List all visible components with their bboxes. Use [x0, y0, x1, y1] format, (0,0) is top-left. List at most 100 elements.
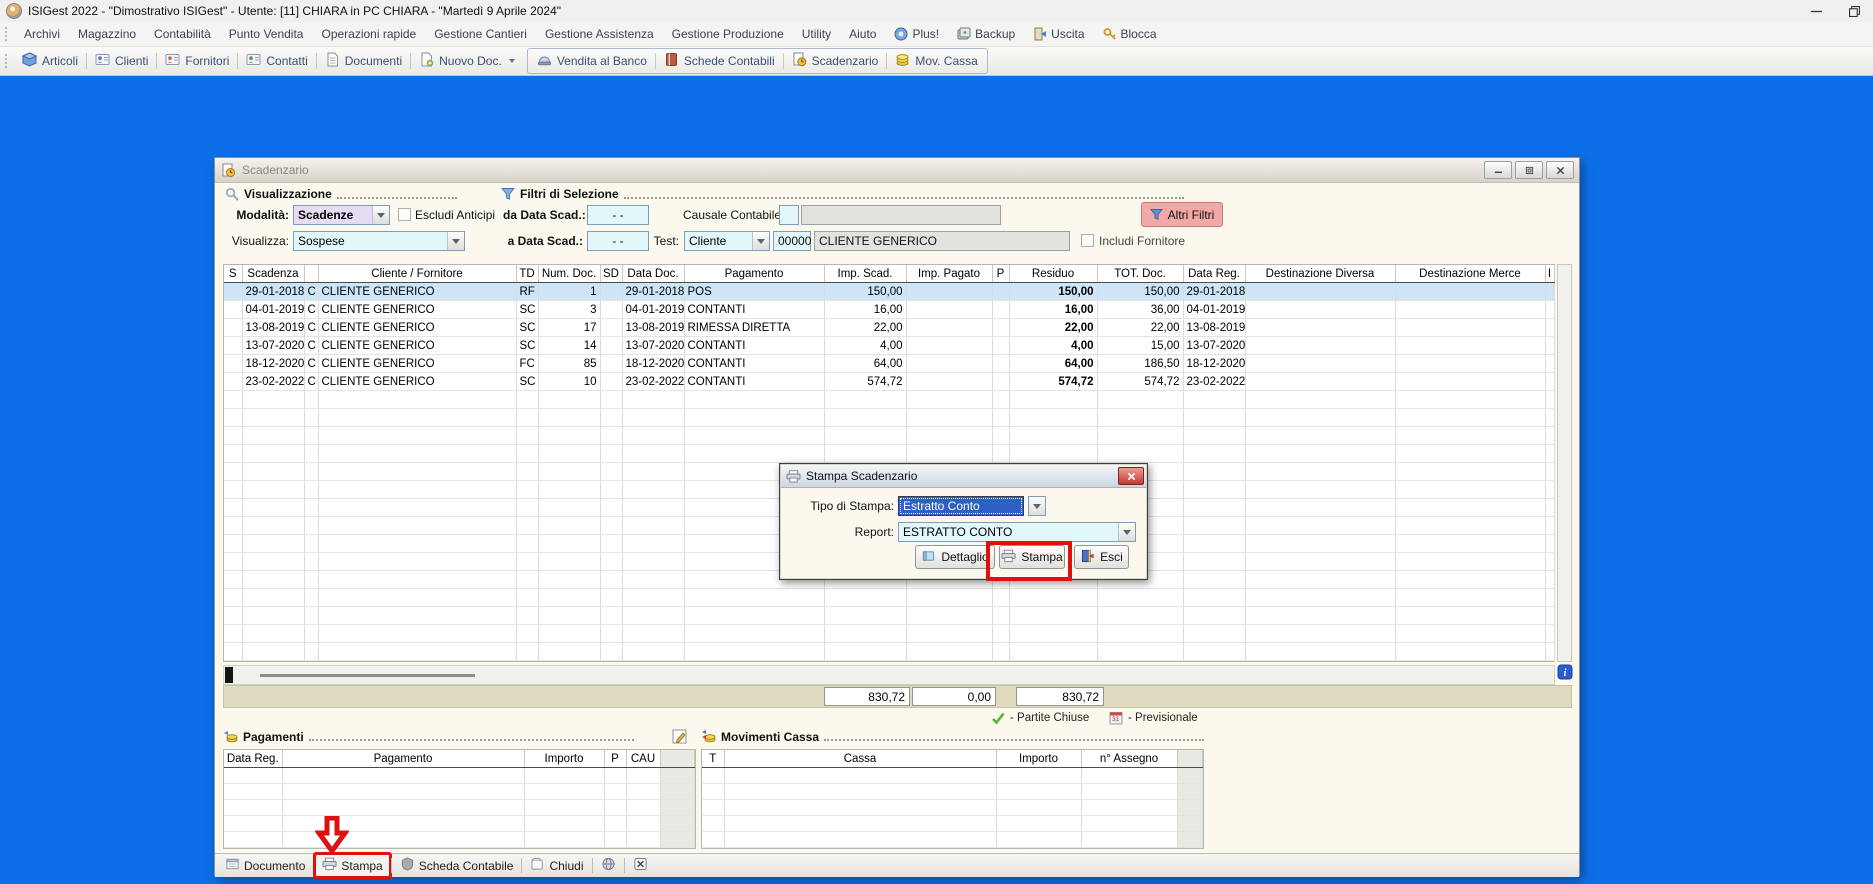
tipo-stampa-select[interactable]: Estratto Conto [898, 496, 1024, 516]
column-header[interactable]: SD [600, 265, 622, 283]
column-header[interactable]: Destinazione Diversa [1245, 265, 1395, 283]
toolbar-nuovo-doc[interactable]: Nuovo Doc. [412, 49, 522, 73]
menu-backup[interactable]: Backup [948, 24, 1024, 44]
window-close-button[interactable] [1546, 161, 1574, 179]
causale-code-input[interactable] [779, 205, 799, 225]
column-header[interactable]: Cassa [724, 750, 996, 768]
column-header[interactable] [660, 750, 694, 768]
menu-contabilit[interactable]: Contabilità [145, 24, 220, 44]
info-icon[interactable]: i [1557, 664, 1573, 680]
column-header[interactable]: Destinazione Merce [1395, 265, 1545, 283]
menubar-grip[interactable] [4, 26, 9, 42]
table-row[interactable]: 23-02-2022CCLIENTE GENERICOSC1023-02-202… [224, 373, 1554, 391]
column-header[interactable]: Imp. Pagato [906, 265, 992, 283]
toolbar-fornitori[interactable]: Fornitori [158, 49, 236, 73]
toolbar-clienti[interactable]: Clienti [88, 49, 155, 73]
column-header[interactable]: Imp. Scad. [824, 265, 906, 283]
menu-magazzino[interactable]: Magazzino [69, 24, 145, 44]
test-type-select[interactable]: Cliente [684, 231, 770, 251]
altri-filtri-button[interactable]: Altri Filtri [1141, 202, 1223, 227]
column-header[interactable]: Pagamento [282, 750, 524, 768]
toolbar-grip[interactable] [4, 53, 9, 69]
toolbar-vendita-al-banco[interactable]: Vendita al Banco [530, 49, 654, 73]
window-minimize-button[interactable] [1484, 161, 1512, 179]
menu-operazioni-rapide[interactable]: Operazioni rapide [312, 24, 425, 44]
menu-blocca[interactable]: Blocca [1094, 24, 1166, 44]
edit-payment-icon[interactable] [671, 728, 689, 746]
column-header[interactable]: Data Reg. [1183, 265, 1245, 283]
chevron-down-icon[interactable] [752, 232, 769, 250]
dialog-esci-button[interactable]: Esci [1074, 545, 1129, 569]
column-header[interactable]: Pagamento [684, 265, 824, 283]
window-restore-button[interactable] [1515, 161, 1543, 179]
column-header[interactable]: S [224, 265, 242, 283]
column-header[interactable]: Data Reg. [224, 750, 282, 768]
toolbar-scadenzario[interactable]: Scadenzario [785, 49, 886, 73]
column-header[interactable]: P [604, 750, 626, 768]
modalita-select[interactable]: Scadenze [293, 205, 390, 225]
chevron-down-icon[interactable] [447, 232, 464, 250]
menu-uscita[interactable]: Uscita [1024, 24, 1093, 44]
chevron-down-icon[interactable] [1118, 523, 1135, 541]
bottom-excel-icon[interactable] [627, 855, 654, 876]
escludi-anticipi-checkbox[interactable] [398, 208, 411, 221]
column-header[interactable]: CAU [626, 750, 660, 768]
da-data-input[interactable]: - - [587, 205, 649, 225]
includi-fornitore-checkbox[interactable] [1081, 234, 1094, 247]
report-select[interactable]: ESTRATTO CONTO [898, 522, 1136, 542]
app-restore-button[interactable] [1835, 0, 1873, 22]
suppliers-icon [165, 52, 180, 70]
bottom-globe-icon[interactable] [595, 855, 622, 876]
column-header[interactable]: n° Assegno [1081, 750, 1177, 768]
tipo-stampa-dropdown-button[interactable] [1028, 496, 1046, 516]
bottom-chiudi[interactable]: Chiudi [524, 855, 589, 876]
column-header[interactable]: P [992, 265, 1009, 283]
toolbar-contatti[interactable]: Contatti [239, 49, 314, 73]
scrollbar-thumb[interactable] [260, 674, 475, 677]
chevron-down-icon[interactable] [1029, 497, 1045, 515]
app-minimize-button[interactable] [1797, 0, 1835, 22]
column-header[interactable] [304, 265, 318, 283]
column-header[interactable]: TOT. Doc. [1097, 265, 1183, 283]
toolbar-articoli[interactable]: Articoli [15, 49, 85, 73]
chevron-down-icon[interactable] [372, 206, 389, 224]
table-row[interactable]: 18-12-2020CCLIENTE GENERICOFC8518-12-202… [224, 355, 1554, 373]
column-header[interactable]: Data Doc. [622, 265, 684, 283]
bottom-stampa[interactable]: Stampa [316, 855, 388, 876]
column-header[interactable]: I [1545, 265, 1554, 283]
column-header[interactable]: Num. Doc. [538, 265, 600, 283]
table-row[interactable]: 29-01-2018CCLIENTE GENERICORF129-01-2018… [224, 283, 1554, 301]
column-header[interactable]: Cliente / Fornitore [318, 265, 516, 283]
bottom-documento[interactable]: Documento [219, 855, 311, 876]
column-header[interactable]: T [702, 750, 724, 768]
menu-gestione-assistenza[interactable]: Gestione Assistenza [536, 24, 663, 44]
visualizza-select[interactable]: Sospese [293, 231, 465, 251]
menu-plus[interactable]: Plus! [885, 24, 948, 44]
menu-archivi[interactable]: Archivi [15, 24, 69, 44]
test-code-input[interactable]: 00000 [773, 231, 811, 251]
menu-aiuto[interactable]: Aiuto [840, 24, 885, 44]
dialog-dettaglio-button[interactable]: Dettaglio [915, 545, 995, 569]
column-header[interactable]: TD [516, 265, 538, 283]
toolbar-mov-cassa[interactable]: Mov. Cassa [888, 49, 984, 73]
column-header[interactable]: Importo [524, 750, 604, 768]
menu-utility[interactable]: Utility [793, 24, 840, 44]
menu-gestione-cantieri[interactable]: Gestione Cantieri [425, 24, 536, 44]
a-data-input[interactable]: - - [587, 231, 649, 251]
column-header[interactable]: Importo [996, 750, 1081, 768]
menu-punto-vendita[interactable]: Punto Vendita [220, 24, 313, 44]
menu-gestione-produzione[interactable]: Gestione Produzione [663, 24, 793, 44]
toolbar-documenti[interactable]: Documenti [318, 49, 409, 73]
bottom-scheda-contabile[interactable]: Scheda Contabile [394, 855, 520, 876]
chevron-down-icon[interactable] [509, 59, 515, 63]
column-header[interactable]: Scadenza [242, 265, 304, 283]
vertical-scrollbar[interactable] [1557, 264, 1572, 662]
dialog-close-button[interactable] [1118, 467, 1144, 485]
table-row[interactable]: 04-01-2019CCLIENTE GENERICOSC304-01-2019… [224, 301, 1554, 319]
table-row[interactable]: 13-07-2020CCLIENTE GENERICOSC1413-07-202… [224, 337, 1554, 355]
column-header[interactable]: Residuo [1009, 265, 1097, 283]
column-header[interactable] [1177, 750, 1202, 768]
table-row[interactable]: 13-08-2019CCLIENTE GENERICOSC1713-08-201… [224, 319, 1554, 337]
toolbar-schede-contabili[interactable]: Schede Contabili [657, 49, 782, 73]
horizontal-scrollbar[interactable] [223, 665, 1555, 685]
